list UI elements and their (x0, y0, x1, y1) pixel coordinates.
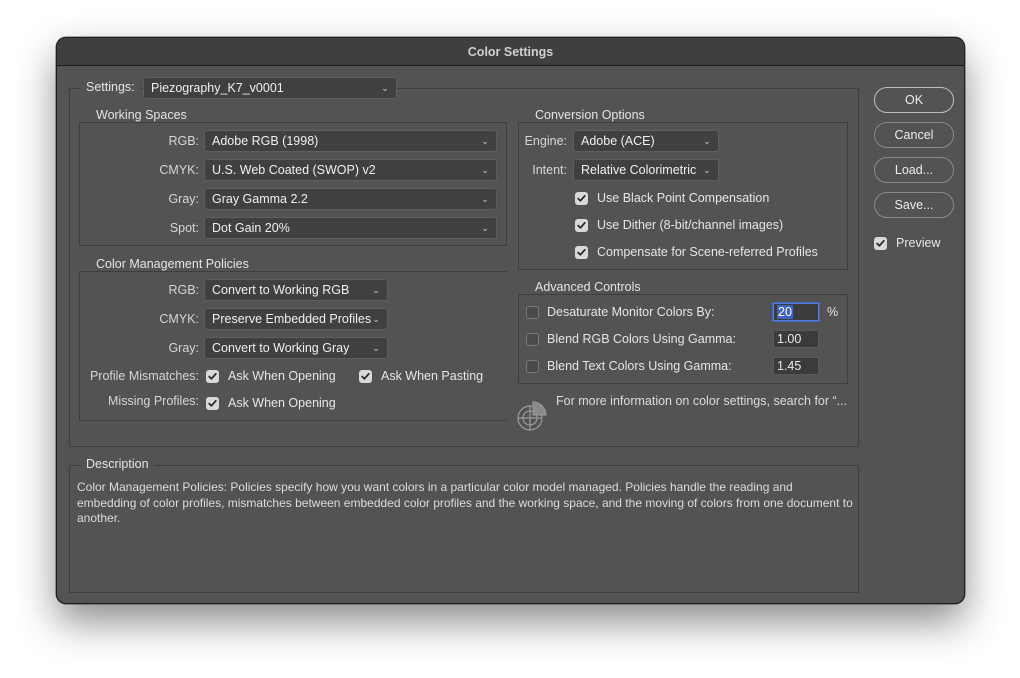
ws-cmyk-value: U.S. Web Coated (SWOP) v2 (212, 163, 376, 177)
intent-value: Relative Colorimetric (581, 163, 697, 177)
conversion-options-title: Conversion Options (530, 108, 650, 122)
description-text: Color Management Policies: Policies spec… (77, 480, 853, 525)
dialog-title: Color Settings (57, 38, 964, 66)
advanced-controls-title: Advanced Controls (530, 280, 646, 294)
chevron-down-icon: ⌄ (372, 343, 380, 353)
engine-dropdown[interactable]: Adobe (ACE) ⌄ (573, 130, 719, 152)
desaturate-input[interactable]: 20 (773, 303, 819, 321)
black-point-compensation-checkbox[interactable] (575, 192, 588, 205)
chevron-down-icon: ⌄ (372, 314, 380, 324)
settings-value: Piezography_K7_v0001 (151, 81, 284, 95)
ws-gray-label: Gray: (168, 192, 199, 206)
checkmark-icon (577, 194, 586, 202)
save-button[interactable]: Save... (874, 192, 954, 218)
chevron-down-icon: ⌄ (481, 194, 489, 204)
ws-spot-label: Spot: (169, 221, 199, 235)
missing-profiles-label: Missing Profiles: (108, 394, 199, 408)
engine-value: Adobe (ACE) (581, 134, 655, 148)
cancel-button[interactable]: Cancel (874, 122, 954, 148)
policy-cmyk-dropdown[interactable]: Preserve Embedded Profiles ⌄ (204, 308, 388, 330)
mismatch-ask-opening-label: Ask When Opening (228, 369, 336, 383)
policy-rgb-value: Convert to Working RGB (212, 283, 350, 297)
chevron-down-icon: ⌄ (481, 136, 489, 146)
chevron-down-icon: ⌄ (372, 285, 380, 295)
load-button[interactable]: Load... (874, 157, 954, 183)
ok-button[interactable]: OK (874, 87, 954, 113)
checkmark-icon (361, 372, 370, 380)
blend-text-checkbox[interactable] (526, 360, 539, 373)
blend-rgb-label: Blend RGB Colors Using Gamma: (547, 332, 736, 346)
settings-dropdown[interactable]: Piezography_K7_v0001 ⌄ (143, 77, 397, 99)
engine-label: Engine: (524, 134, 567, 148)
policy-gray-value: Convert to Working Gray (212, 341, 350, 355)
policy-rgb-dropdown[interactable]: Convert to Working RGB ⌄ (204, 279, 388, 301)
percent-unit: % (827, 305, 839, 319)
settings-label: Settings: (81, 80, 140, 94)
mismatch-ask-pasting-checkbox[interactable] (359, 370, 372, 383)
use-dither-label: Use Dither (8-bit/channel images) (597, 218, 784, 232)
policy-cmyk-value: Preserve Embedded Profiles (212, 312, 372, 326)
missing-ask-opening-checkbox[interactable] (206, 397, 219, 410)
chevron-down-icon: ⌄ (703, 136, 711, 146)
desaturate-label: Desaturate Monitor Colors By: (547, 305, 715, 319)
blend-text-label: Blend Text Colors Using Gamma: (547, 359, 732, 373)
chevron-down-icon: ⌄ (481, 223, 489, 233)
blend-rgb-checkbox[interactable] (526, 333, 539, 346)
desaturate-value: 20 (777, 305, 793, 319)
intent-dropdown[interactable]: Relative Colorimetric ⌄ (573, 159, 719, 181)
policies-title: Color Management Policies (91, 257, 254, 271)
ws-rgb-label: RGB: (168, 134, 199, 148)
scene-referred-label: Compensate for Scene-referred Profiles (597, 245, 818, 259)
chevron-down-icon: ⌄ (381, 83, 389, 93)
profile-mismatches-label: Profile Mismatches: (89, 369, 199, 383)
mismatch-ask-opening-checkbox[interactable] (206, 370, 219, 383)
checkmark-icon (208, 399, 217, 407)
color-settings-help-icon[interactable] (515, 399, 549, 433)
ws-rgb-value: Adobe RGB (1998) (212, 134, 319, 148)
policy-rgb-label: RGB: (168, 283, 199, 297)
policy-gray-dropdown[interactable]: Convert to Working Gray ⌄ (204, 337, 388, 359)
missing-ask-opening-label: Ask When Opening (228, 396, 336, 410)
preview-label: Preview (896, 236, 941, 250)
ws-cmyk-dropdown[interactable]: U.S. Web Coated (SWOP) v2 ⌄ (204, 159, 497, 181)
ws-gray-value: Gray Gamma 2.2 (212, 192, 308, 206)
ws-rgb-dropdown[interactable]: Adobe RGB (1998) ⌄ (204, 130, 497, 152)
scene-referred-checkbox[interactable] (575, 246, 588, 259)
blend-rgb-input[interactable]: 1.00 (773, 330, 819, 348)
ws-cmyk-label: CMYK: (159, 163, 199, 177)
description-title: Description (81, 457, 154, 471)
checkmark-icon (577, 248, 586, 256)
policy-gray-label: Gray: (168, 341, 199, 355)
chevron-down-icon: ⌄ (703, 165, 711, 175)
chevron-down-icon: ⌄ (481, 165, 489, 175)
checkmark-icon (208, 372, 217, 380)
checkmark-icon (577, 221, 586, 229)
ws-gray-dropdown[interactable]: Gray Gamma 2.2 ⌄ (204, 188, 497, 210)
ws-spot-value: Dot Gain 20% (212, 221, 290, 235)
intent-label: Intent: (532, 163, 567, 177)
ws-spot-dropdown[interactable]: Dot Gain 20% ⌄ (204, 217, 497, 239)
working-spaces-title: Working Spaces (91, 108, 192, 122)
black-point-compensation-label: Use Black Point Compensation (597, 191, 770, 205)
blend-text-input[interactable]: 1.45 (773, 357, 819, 375)
checkmark-icon (876, 239, 885, 247)
preview-checkbox[interactable] (874, 237, 887, 250)
color-settings-dialog: Color Settings Settings: Piezography_K7_… (56, 37, 965, 604)
mismatch-ask-pasting-label: Ask When Pasting (381, 369, 484, 383)
desaturate-checkbox[interactable] (526, 306, 539, 319)
use-dither-checkbox[interactable] (575, 219, 588, 232)
policy-cmyk-label: CMYK: (159, 312, 199, 326)
info-text[interactable]: For more information on color settings, … (556, 393, 847, 409)
